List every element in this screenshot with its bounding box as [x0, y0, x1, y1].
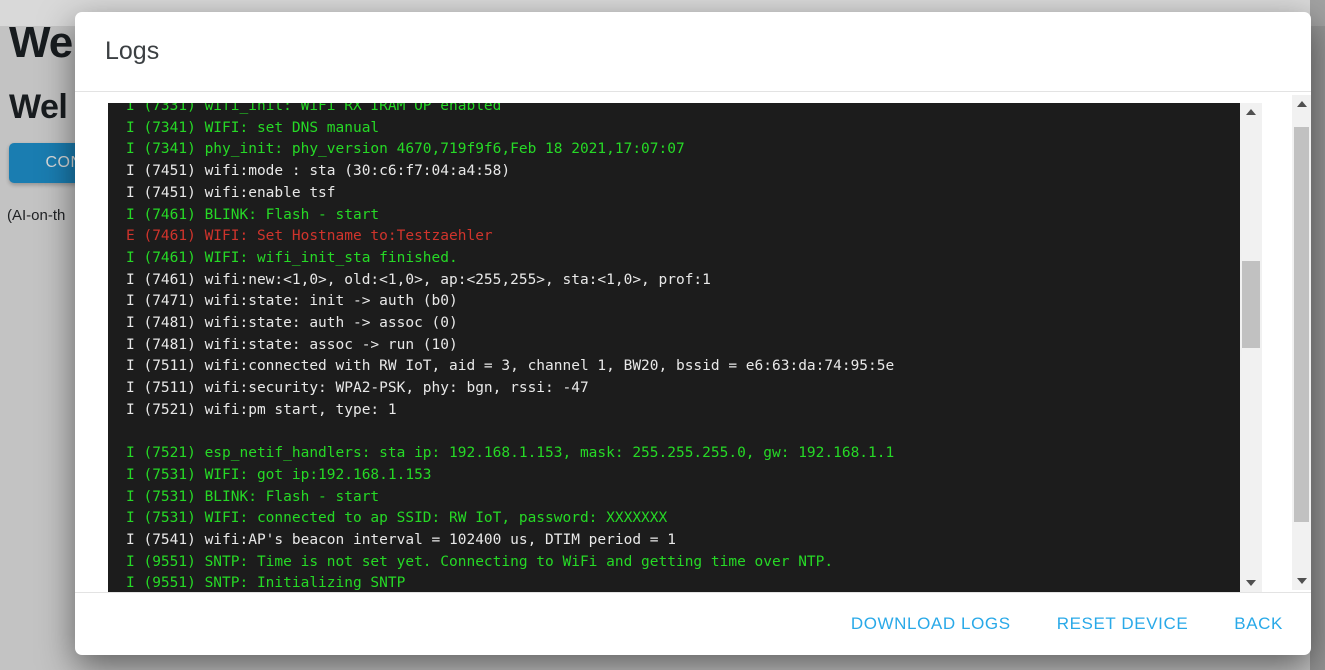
log-line: I (7481) wifi:state: auth -> assoc (0)	[126, 313, 1240, 335]
download-logs-button[interactable]: DOWNLOAD LOGS	[845, 613, 1017, 635]
log-line: I (7451) wifi:mode : sta (30:c6:f7:04:a4…	[126, 161, 1240, 183]
log-line: I (9551) SNTP: Time is not set yet. Conn…	[126, 552, 1240, 574]
log-line: I (7511) wifi:security: WPA2-PSK, phy: b…	[126, 378, 1240, 400]
log-line: I (9551) SNTP: Initializing SNTP	[126, 573, 1240, 592]
log-line: I (7511) wifi:connected with RW IoT, aid…	[126, 356, 1240, 378]
modal-header: Logs	[75, 12, 1311, 92]
log-line: I (7521) esp_netif_handlers: sta ip: 192…	[126, 443, 1240, 465]
modal-title: Logs	[105, 37, 159, 66]
log-line: I (7541) wifi:AP's beacon interval = 102…	[126, 530, 1240, 552]
log-line: I (7481) wifi:state: assoc -> run (10)	[126, 335, 1240, 357]
scroll-up-icon[interactable]	[1297, 101, 1307, 107]
log-line: I (7341) WIFI: set DNS manual	[126, 118, 1240, 140]
console-scrollbar[interactable]	[1240, 103, 1262, 592]
log-line: I (7331) wifi_init: WiFi RX IRAM OP enab…	[126, 103, 1240, 118]
log-line: I (7531) WIFI: connected to ap SSID: RW …	[126, 508, 1240, 530]
log-line: I (7341) phy_init: phy_version 4670,719f…	[126, 139, 1240, 161]
log-line: I (7471) wifi:state: init -> auth (b0)	[126, 291, 1240, 313]
log-console[interactable]: I (7331) wifi_init: WiFi RX IRAM OP enab…	[108, 103, 1240, 592]
back-button[interactable]: BACK	[1228, 613, 1289, 635]
log-line: I (7461) BLINK: Flash - start	[126, 205, 1240, 227]
logs-modal: Logs I (7331) wifi_init: WiFi RX IRAM OP…	[75, 12, 1311, 655]
log-line: E (7461) WIFI: Set Hostname to:Testzaehl…	[126, 226, 1240, 248]
log-line: I (7531) BLINK: Flash - start	[126, 487, 1240, 509]
modal-scrollbar[interactable]	[1292, 95, 1311, 590]
log-line: I (7461) WIFI: wifi_init_sta finished.	[126, 248, 1240, 270]
scroll-down-icon[interactable]	[1246, 580, 1256, 586]
modal-footer: DOWNLOAD LOGS RESET DEVICE BACK	[75, 592, 1311, 655]
scroll-down-icon[interactable]	[1297, 578, 1307, 584]
log-line: I (7451) wifi:enable tsf	[126, 183, 1240, 205]
console-scrollbar-thumb[interactable]	[1242, 261, 1260, 348]
app-root: We Wel CON (AI-on-th Logs I (7331) wifi_…	[0, 0, 1325, 670]
modal-scrollbar-thumb[interactable]	[1294, 127, 1309, 522]
log-line: I (7461) wifi:new:<1,0>, old:<1,0>, ap:<…	[126, 270, 1240, 292]
log-line	[126, 422, 1240, 444]
log-lines-container: I (7331) wifi_init: WiFi RX IRAM OP enab…	[108, 103, 1240, 592]
log-line: I (7531) WIFI: got ip:192.168.1.153	[126, 465, 1240, 487]
reset-device-button[interactable]: RESET DEVICE	[1051, 613, 1195, 635]
log-line: I (7521) wifi:pm start, type: 1	[126, 400, 1240, 422]
scroll-up-icon[interactable]	[1246, 109, 1256, 115]
